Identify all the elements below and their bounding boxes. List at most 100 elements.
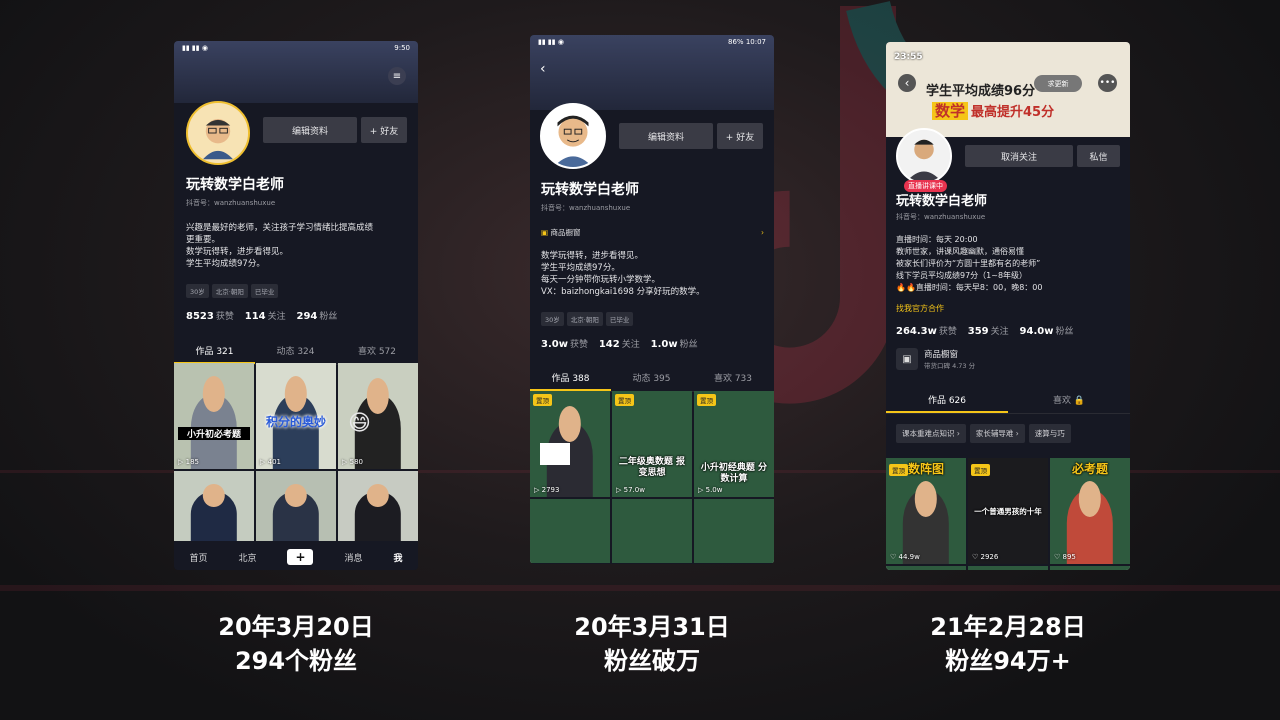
video-thumbnail[interactable] [338,471,418,541]
douyin-id: 抖音号：wanzhuanshuxue [541,204,631,212]
video-thumbnail[interactable] [530,499,610,563]
play-count: ▷ 2793 [534,486,560,494]
video-thumbnail[interactable]: 一个普通男孩的十年 置顶 ♡ 2926 [968,458,1048,564]
add-friend-button[interactable]: + 好友 [717,123,763,149]
video-grid: 置顶 ▷ 2793 二年级奥数题 报变思想 置顶 ▷ 57.0w 小升初经典题 分数计… [530,391,774,563]
edit-profile-button[interactable]: 编辑资料 [619,123,713,149]
profile-tabs: 作品 321 动态 324 喜欢 572 [174,339,418,365]
banner-line-1: 学生平均成绩96分 [926,84,1036,99]
back-icon[interactable]: ‹ [540,61,546,77]
douyin-id: 抖音号：wanzhuanshuxue [186,199,276,207]
bottom-navigation: 首页 北京 + 消息 我 [174,544,418,570]
video-thumbnail[interactable]: 积分的奥妙 ▷ 401 [256,363,336,469]
unfollow-button[interactable]: 取消关注 [965,145,1073,167]
nav-me[interactable]: 我 [393,551,402,564]
back-icon[interactable]: ‹ [898,74,916,92]
likes-stat[interactable]: 8523 获赞 [186,311,234,322]
likes-stat[interactable]: 3.0w 获赞 [541,339,588,350]
status-bar: 23:55 [886,42,1130,62]
video-thumbnail[interactable]: 置顶 ▷ 2793 [530,391,610,497]
create-button[interactable]: + [287,549,314,565]
play-count: ▷ 580 [342,458,363,466]
profile-tabs: 作品 388 动态 395 喜欢 733 [530,366,774,392]
video-thumbnail[interactable] [174,471,254,541]
video-thumbnail[interactable]: 二年级奥数题 报变思想 置顶 ▷ 57.0w [612,391,692,497]
bio-line: 学生平均成绩97分。 [186,259,265,269]
video-thumbnail[interactable]: 小升初必考题 ▷ 185 [174,363,254,469]
phone-screenshot-1: ▮▮ ▮▮ ◉ 9:50 ≡ 编辑资料 + 好友 玩转数学白老师 抖音号：wan… [174,41,418,570]
video-thumbnail[interactable]: 😄 ▷ 580 [338,363,418,469]
chip-textbook[interactable]: 课本重难点知识 › [896,424,966,443]
video-thumbnail[interactable] [886,566,966,570]
caption-fans: 粉丝破万 [604,647,700,675]
request-update-button[interactable]: 求更新 [1034,75,1082,92]
video-thumbnail[interactable]: 必考题 ♡ 895 [1050,458,1130,564]
likes-stat[interactable]: 264.3w 获赞 [896,326,957,337]
pinned-badge: 置顶 [533,394,552,406]
pinned-badge: 置顶 [971,464,990,476]
bio-line: 兴趣是最好的老师，关注孩子学习情绪比提高成绩 [186,223,374,233]
like-count: ♡ 44.9w [890,553,920,561]
video-thumbnail[interactable]: 小升初经典题 分数计算 置顶 ▷ 5.0w [694,391,774,497]
shop-window-link[interactable]: ▣ 商品橱窗 › [541,227,764,238]
nav-messages[interactable]: 消息 [344,551,362,564]
bio-line: 线下学员平均成绩97分（1~8年级） [896,271,1028,280]
status-time: 9:50 [394,44,410,52]
tab-works[interactable]: 作品 388 [530,366,611,391]
video-thumbnail[interactable]: 数阵图 置顶 ♡ 44.9w [886,458,966,564]
tag-education: 已毕业 [605,312,634,326]
nav-home[interactable]: 首页 [189,551,207,564]
video-title: 积分的奥妙 [265,415,326,429]
tab-dynamics[interactable]: 动态 395 [611,366,692,391]
shop-icon: ▣ [541,228,549,237]
tab-works[interactable]: 作品 321 [174,339,255,364]
shop-icon: ▣ [896,348,918,370]
chip-parent-tutoring[interactable]: 家长辅导难 › [969,424,1025,443]
avatar[interactable] [540,103,606,169]
bio-line: 直播时间：每天 20:00 [896,235,978,244]
following-stat[interactable]: 114 关注 [245,311,286,322]
tab-likes[interactable]: 喜欢 572 [336,339,418,364]
avatar[interactable] [896,128,952,184]
nav-city[interactable]: 北京 [238,551,256,564]
following-stat[interactable]: 359 关注 [968,326,1009,337]
tab-likes[interactable]: 喜欢 733 [692,366,774,391]
message-button[interactable]: 私信 [1077,145,1120,167]
video-grid: 数阵图 置顶 ♡ 44.9w 一个普通男孩的十年 置顶 ♡ 2926 必考题 ♡ 895 [886,458,1130,570]
fans-stat[interactable]: 94.0w 粉丝 [1020,326,1074,337]
avatar[interactable] [186,101,250,165]
play-count: ▷ 5.0w [698,486,723,494]
business-link[interactable]: 找我官方合作 [896,303,944,314]
video-thumbnail[interactable] [1050,566,1130,570]
caption-date: 20年3月20日 [218,613,374,641]
phone-screenshot-2: ▮▮ ▮▮ ◉ 86% 10:07 ‹ 编辑资料 + 好友 玩转数学白老师 抖音… [530,35,774,564]
status-right: 86% 10:07 [728,38,766,46]
fans-stat[interactable]: 294 粉丝 [297,311,338,322]
menu-icon[interactable]: ≡ [388,67,406,85]
tab-likes[interactable]: 喜欢 🔒 [1008,388,1130,413]
video-thumbnail[interactable] [256,471,336,541]
chevron-right-icon: › [761,228,764,237]
paper-sign [540,443,570,465]
fans-stat[interactable]: 1.0w 粉丝 [651,339,698,350]
glitch-stripe [0,585,1280,591]
tab-works[interactable]: 作品 626 [886,388,1008,413]
chip-mental-math[interactable]: 速算与巧 [1028,424,1071,443]
edit-profile-button[interactable]: 编辑资料 [263,117,357,143]
add-friend-button[interactable]: + 好友 [361,117,407,143]
tab-dynamics[interactable]: 动态 324 [255,339,336,364]
profile-bio: 兴趣是最好的老师，关注孩子学习情绪比提高成绩 更重要。 数学玩得转，进步看得见。… [186,222,373,270]
shop-window-link[interactable]: ▣ 商品橱窗 带货口碑 4.73 分 [896,348,975,370]
video-thumbnail[interactable] [968,566,1048,570]
caption-date: 21年2月28日 [930,613,1086,641]
more-icon[interactable]: ••• [1098,74,1117,92]
following-stat[interactable]: 142 关注 [599,339,640,350]
shop-label: 商品橱窗 [550,228,581,237]
status-bar: ▮▮ ▮▮ ◉ 9:50 [174,41,418,55]
video-thumbnail[interactable] [694,499,774,563]
cartoon-teacher-avatar-icon [542,105,604,167]
laughing-emoji-icon: 😄 [348,411,371,436]
tag-age: 30岁 [186,284,209,298]
video-thumbnail[interactable] [612,499,692,563]
video-title: 一个普通男孩的十年 [974,507,1042,516]
